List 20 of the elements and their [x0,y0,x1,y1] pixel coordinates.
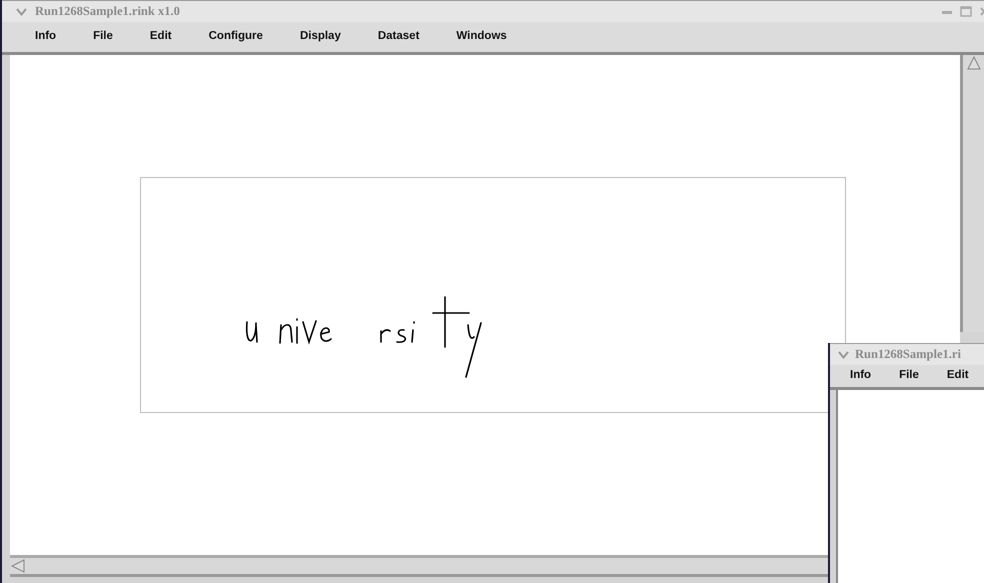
menu-item[interactable]: File [897,367,921,385]
chevron-icon[interactable] [16,8,27,16]
menu-item[interactable]: Configure [206,28,265,46]
window-title: Run1268Sample1.rink x1.0 [35,3,180,20]
maximize-icon[interactable] [960,6,972,17]
menu-item[interactable]: Windows [454,28,509,46]
horizontal-scrollbar[interactable] [10,555,828,577]
vertical-scrollbar[interactable] [960,55,984,332]
menu-item[interactable]: Edit [944,367,971,385]
menu-item[interactable]: File [91,28,115,46]
menu-item[interactable]: Dataset [376,28,422,46]
chevron-icon[interactable] [838,350,849,358]
window-title: Run1268Sample1.ri [855,346,961,364]
menu-item[interactable]: Display [298,28,343,46]
up-arrow-icon[interactable] [966,55,980,71]
left-arrow-icon[interactable] [10,559,26,573]
menu-item[interactable]: Edit [148,28,174,46]
menu-item[interactable]: Info [33,28,58,46]
minimize-icon[interactable] [942,8,952,14]
menu-item[interactable]: Info [848,367,874,385]
